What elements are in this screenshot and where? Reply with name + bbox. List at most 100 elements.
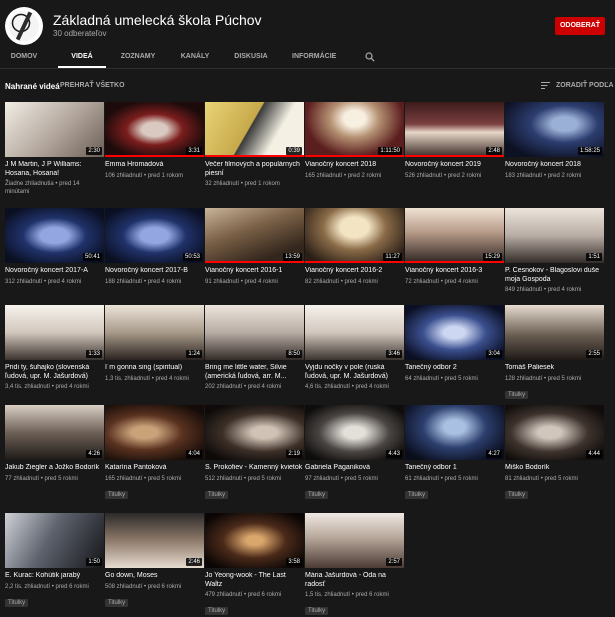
video-thumbnail[interactable]: 4:26: [5, 405, 104, 460]
video-card[interactable]: 2:30 J M Martin, J P Williams: Hosana, Ho…: [5, 102, 104, 196]
video-title[interactable]: Jo Yeong-wook - The Last Waltz: [205, 572, 304, 589]
video-title[interactable]: Tanečný odbor 1: [405, 464, 504, 473]
video-card[interactable]: 2:19 S. Prokofiev - Kamenný kvietok 512 zh…: [205, 405, 304, 501]
video-title[interactable]: Emma Hromadová: [105, 161, 204, 170]
video-card[interactable]: 1:11:50 Vianočný koncert 2018 165 zhliadnu…: [305, 102, 404, 180]
subtitles-badge: Titulky: [305, 607, 329, 615]
video-thumbnail[interactable]: 1:50: [5, 513, 104, 568]
video-thumbnail[interactable]: 50:53: [105, 208, 204, 263]
tab-videos[interactable]: VIDEÁ: [58, 46, 106, 68]
video-title[interactable]: Večer filmových a populárnych piesní: [205, 161, 304, 178]
video-thumbnail[interactable]: 1:11:50: [305, 102, 404, 157]
video-thumbnail[interactable]: 1:33: [5, 305, 104, 360]
video-card[interactable]: 13:59 Vianočný koncert 2016-1 91 zhliadnut…: [205, 208, 304, 286]
video-card[interactable]: 3:58 Jo Yeong-wook - The Last Waltz 479 zh…: [205, 513, 304, 617]
video-title[interactable]: Vianočný koncert 2016-3: [405, 267, 504, 276]
video-thumbnail[interactable]: 0:39: [205, 102, 304, 157]
video-title[interactable]: E. Kurac: Kohútik jarabý: [5, 572, 104, 581]
video-thumbnail[interactable]: 1:24: [105, 305, 204, 360]
video-card[interactable]: 3:04 Tanečný odbor 2 64 zhliadnutí • pred …: [405, 305, 504, 383]
video-thumbnail[interactable]: 1:51: [505, 208, 604, 263]
video-title[interactable]: Gabriela Paganiková: [305, 464, 404, 473]
video-card[interactable]: 1:50 E. Kurac: Kohútik jarabý 2,2 tis. zhl…: [5, 513, 104, 609]
video-card[interactable]: 1:58:25 Novoročný koncert 2018 183 zhliadn…: [505, 102, 604, 180]
video-thumbnail[interactable]: 4:43: [305, 405, 404, 460]
video-card[interactable]: 1:33 Pridi ty, šuhajko (slovenská ľudová,…: [5, 305, 104, 391]
video-title[interactable]: Tomáš Paliesek: [505, 364, 604, 373]
video-card[interactable]: 3:31 Emma Hromadová 106 zhliadnutí • pred …: [105, 102, 204, 180]
tab-discussion[interactable]: DISKUSIA: [233, 46, 269, 68]
video-card[interactable]: 0:39 Večer filmových a populárnych piesní…: [205, 102, 304, 188]
video-thumbnail[interactable]: 3:31: [105, 102, 204, 157]
video-card[interactable]: 4:27 Tanečný odbor 1 61 zhliadnutí • pred …: [405, 405, 504, 501]
tab-about[interactable]: INFORMÁCIE: [292, 46, 336, 68]
video-thumbnail[interactable]: 15:29: [405, 208, 504, 263]
video-thumbnail[interactable]: 8:50: [205, 305, 304, 360]
video-card[interactable]: 11:27 Vianočný koncert 2016-2 82 zhliadnut…: [305, 208, 404, 286]
video-title[interactable]: S. Prokofiev - Kamenný kvietok: [205, 464, 304, 473]
video-title[interactable]: Novoročný koncert 2018: [505, 161, 604, 170]
subscribe-button[interactable]: ODOBERAŤ: [555, 17, 605, 35]
video-age: pred 4 rokmi: [355, 384, 389, 390]
video-title[interactable]: I´m gonna sing (spiritual): [105, 364, 204, 373]
video-title[interactable]: Vyjdu nočky v pole (ruská ľudová, upr. M…: [305, 364, 404, 381]
video-thumbnail[interactable]: 4:27: [405, 405, 504, 460]
video-card[interactable]: 8:50 Bring me little water, Silvie (ameri…: [205, 305, 304, 391]
tab-channels[interactable]: KANÁLY: [178, 46, 212, 68]
video-card[interactable]: 1:24 I´m gonna sing (spiritual) 1,3 tis. z…: [105, 305, 204, 383]
video-card[interactable]: 4:04 Katarína Pantoková 165 zhliadnutí • p…: [105, 405, 204, 501]
video-title[interactable]: Vianočný koncert 2016-2: [305, 267, 404, 276]
video-card[interactable]: 50:53 Novoročný koncert 2017-B 188 zhliadn…: [105, 208, 204, 286]
video-thumbnail[interactable]: 50:41: [5, 208, 104, 263]
video-title[interactable]: Miško Bodorík: [505, 464, 604, 473]
video-thumbnail[interactable]: 1:58:25: [505, 102, 604, 157]
video-title[interactable]: Bring me little water, Silvie (americká …: [205, 364, 304, 381]
video-thumbnail[interactable]: 3:46: [305, 305, 404, 360]
video-title[interactable]: Go down, Moses: [105, 572, 204, 581]
video-thumbnail[interactable]: 3:58: [205, 513, 304, 568]
tab-home[interactable]: DOMOV: [5, 46, 43, 68]
search-icon[interactable]: [365, 52, 375, 62]
video-thumbnail[interactable]: 2:30: [5, 102, 104, 157]
video-title[interactable]: Novoročný koncert 2017-B: [105, 267, 204, 276]
video-title[interactable]: J M Martin, J P Williams: Hosana, Hosana…: [5, 161, 104, 178]
video-title[interactable]: Mária Jašurdová - Óda na radosť: [305, 572, 404, 589]
video-title[interactable]: Pridi ty, šuhajko (slovenská ľudová, upr…: [5, 364, 104, 381]
video-card[interactable]: 4:43 Gabriela Paganiková 97 zhliadnutí • p…: [305, 405, 404, 501]
video-card[interactable]: 1:51 P. Česnokov - Blagoslovi duše moja G…: [505, 208, 604, 294]
video-title[interactable]: P. Česnokov - Blagoslovi duše moja Gospo…: [505, 267, 604, 284]
video-card[interactable]: 3:46 Vyjdu nočky v pole (ruská ľudová, up…: [305, 305, 404, 391]
video-duration: 4:44: [586, 450, 602, 458]
subtitles-badge: Titulky: [505, 390, 529, 399]
video-title[interactable]: Vianočný koncert 2018: [305, 161, 404, 170]
video-card[interactable]: 4:44 Miško Bodorík 81 zhliadnutí • pred 5 …: [505, 405, 604, 501]
play-all-button[interactable]: PREHRAŤ VŠETKO: [60, 82, 125, 89]
video-thumbnail[interactable]: 2:46: [105, 513, 204, 568]
tab-playlists[interactable]: ZOZNAMY: [118, 46, 158, 68]
video-duration: 1:33: [86, 350, 102, 358]
video-thumbnail[interactable]: 13:59: [205, 208, 304, 263]
video-card[interactable]: 50:41 Novoročný koncert 2017-A 312 zhliadn…: [5, 208, 104, 286]
video-thumbnail[interactable]: 11:27: [305, 208, 404, 263]
video-card[interactable]: 2:55 Tomáš Paliesek 128 zhliadnutí • pred …: [505, 305, 604, 401]
video-card[interactable]: 2:48 Novoročný koncert 2019 526 zhliadnutí…: [405, 102, 504, 180]
video-thumbnail[interactable]: 2:55: [505, 305, 604, 360]
video-title[interactable]: Vianočný koncert 2016-1: [205, 267, 304, 276]
video-thumbnail[interactable]: 2:19: [205, 405, 304, 460]
video-thumbnail[interactable]: 4:04: [105, 405, 204, 460]
video-thumbnail[interactable]: 4:44: [505, 405, 604, 460]
video-card[interactable]: 4:26 Jakub Ziegler a Jožko Bodorík 77 zhli…: [5, 405, 104, 483]
watch-progress-bar: [205, 155, 304, 157]
video-card[interactable]: 2:57 Mária Jašurdová - Óda na radosť 1,5 t…: [305, 513, 404, 617]
video-card[interactable]: 15:29 Vianočný koncert 2016-3 72 zhliadnut…: [405, 208, 504, 286]
channel-avatar[interactable]: [5, 7, 43, 45]
video-card[interactable]: 2:46 Go down, Moses 508 zhliadnutí • pred …: [105, 513, 204, 609]
video-title[interactable]: Tanečný odbor 2: [405, 364, 504, 373]
video-thumbnail[interactable]: 2:57: [305, 513, 404, 568]
video-title[interactable]: Katarína Pantoková: [105, 464, 204, 473]
video-title[interactable]: Jakub Ziegler a Jožko Bodorík: [5, 464, 104, 473]
video-title[interactable]: Novoročný koncert 2017-A: [5, 267, 104, 276]
video-title[interactable]: Novoročný koncert 2019: [405, 161, 504, 170]
video-thumbnail[interactable]: 2:48: [405, 102, 504, 157]
video-thumbnail[interactable]: 3:04: [405, 305, 504, 360]
